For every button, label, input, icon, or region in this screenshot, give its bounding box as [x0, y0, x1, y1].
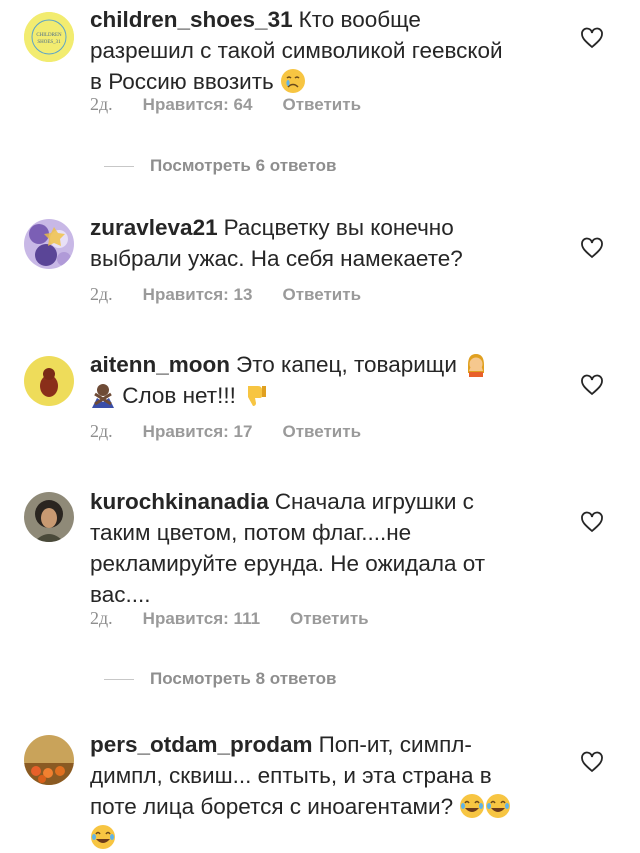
comment-username[interactable]: zuravleva21: [90, 215, 218, 240]
crying-face-emoji: [281, 69, 306, 93]
comment-meta: 2д. Нравится: 111 Ответить: [90, 608, 369, 629]
reply-button[interactable]: Ответить: [290, 609, 369, 629]
thumbs-down-emoji: [248, 386, 267, 406]
avatar-children-shoes[interactable]: CHILDREN SHOES_31: [24, 12, 74, 62]
person-gesturing-no-emoji: [92, 384, 114, 408]
avatar-image-icon: [24, 735, 74, 785]
reply-button[interactable]: Ответить: [282, 95, 361, 115]
view-replies-link[interactable]: Посмотреть 8 ответов: [104, 669, 336, 689]
comment-time: 2д.: [90, 608, 113, 628]
svg-text:CHILDREN: CHILDREN: [36, 33, 62, 38]
likes-count[interactable]: Нравится: 17: [143, 422, 253, 442]
avatar-image-icon: [24, 356, 74, 406]
like-heart-icon[interactable]: [580, 26, 604, 50]
comment-time: 2д.: [90, 284, 113, 304]
comment-username[interactable]: kurochkinanadia: [90, 489, 269, 514]
svg-text:SHOES_31: SHOES_31: [37, 40, 61, 45]
replies-divider: [104, 678, 134, 680]
avatar-logo-icon: CHILDREN SHOES_31: [24, 12, 74, 62]
comment-username[interactable]: pers_otdam_prodam: [90, 732, 313, 757]
reply-button[interactable]: Ответить: [282, 422, 361, 442]
like-heart-icon[interactable]: [580, 510, 604, 534]
reply-button[interactable]: Ответить: [282, 285, 361, 305]
face-with-tears-of-joy-emoji: [91, 825, 115, 849]
like-heart-icon[interactable]: [580, 373, 604, 397]
avatar-kurochkinanadia[interactable]: [24, 492, 74, 542]
view-replies-label: Посмотреть 6 ответов: [150, 156, 337, 175]
avatar-image-icon: [24, 492, 74, 542]
like-heart-icon[interactable]: [580, 236, 604, 260]
avatar-pers-otdam-prodam[interactable]: [24, 735, 74, 785]
replies-divider: [104, 165, 134, 167]
comment-text-2: Слов нет!!!: [122, 383, 236, 408]
face-with-tears-of-joy-emoji: [486, 794, 511, 818]
comment-text: Это капец, товарищи: [236, 352, 457, 377]
comment-username[interactable]: aitenn_moon: [90, 352, 230, 377]
avatar-image-icon: [24, 219, 74, 269]
comment-time: 2д.: [90, 421, 113, 441]
likes-count[interactable]: Нравится: 111: [143, 609, 260, 629]
likes-count[interactable]: Нравится: 64: [143, 95, 253, 115]
comment-body: pers_otdam_prodam Поп-ит, симпл-димпл, ск…: [90, 729, 520, 853]
comment-body: zuravleva21 Расцветку вы конечно выбрали …: [90, 212, 520, 274]
comment-username[interactable]: children_shoes_31: [90, 7, 293, 32]
like-heart-icon[interactable]: [580, 750, 604, 774]
comment-body: kurochkinanadia Сначала игрушки с таким ц…: [90, 486, 520, 610]
face-with-tears-of-joy-emoji: [460, 794, 485, 818]
avatar-zuravleva[interactable]: [24, 219, 74, 269]
comment-body: aitenn_moon Это капец, товарищи Слов нет!…: [90, 349, 520, 411]
woman-facepalming-emoji: [468, 354, 485, 377]
view-replies-label: Посмотреть 8 ответов: [150, 669, 337, 688]
comment-meta: 2д. Нравится: 64 Ответить: [90, 94, 361, 115]
comment-time: 2д.: [90, 94, 113, 114]
comment-meta: 2д. Нравится: 13 Ответить: [90, 284, 361, 305]
avatar-aitenn-moon[interactable]: [24, 356, 74, 406]
comment-meta: 2д. Нравится: 17 Ответить: [90, 421, 361, 442]
likes-count[interactable]: Нравится: 13: [143, 285, 253, 305]
comment-body: children_shoes_31 Кто вообще разрешил с т…: [90, 4, 520, 97]
view-replies-link[interactable]: Посмотреть 6 ответов: [104, 156, 336, 176]
